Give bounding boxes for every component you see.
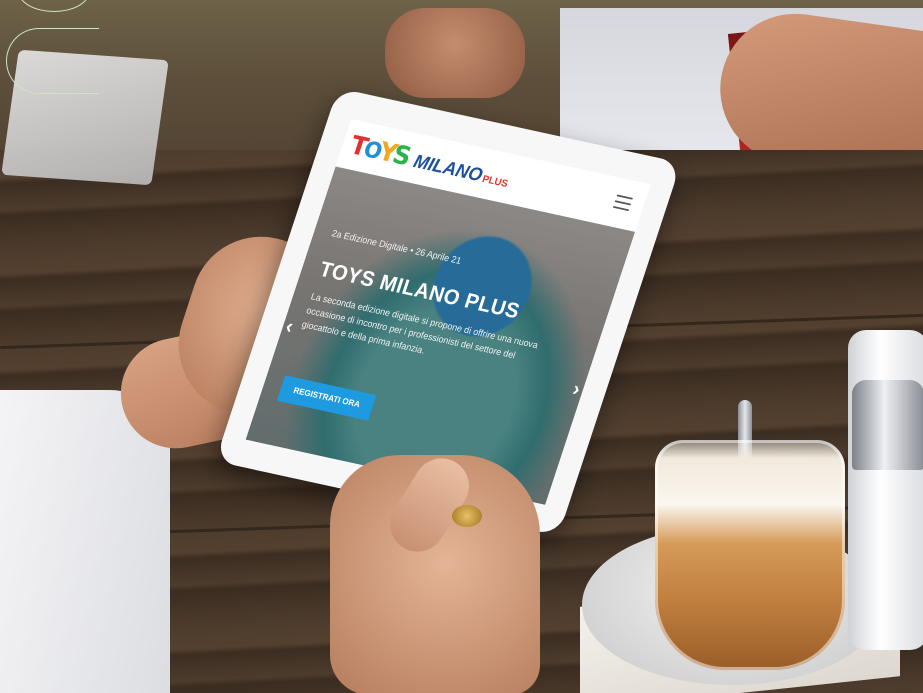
- logo-milano: MILANO: [411, 149, 486, 186]
- sugar-dispenser: [848, 330, 923, 650]
- sugar-dispenser-lid: [852, 380, 923, 470]
- person-hand: [385, 8, 525, 98]
- ring: [452, 505, 482, 527]
- photo-scene: T O Y S MILANO PLUS 2a Edizione Digitale…: [0, 0, 923, 693]
- coffee-glass: [655, 440, 845, 670]
- hamburger-icon[interactable]: [612, 194, 633, 212]
- decorative-outline: [6, 28, 99, 94]
- logo-plus: PLUS: [480, 172, 510, 190]
